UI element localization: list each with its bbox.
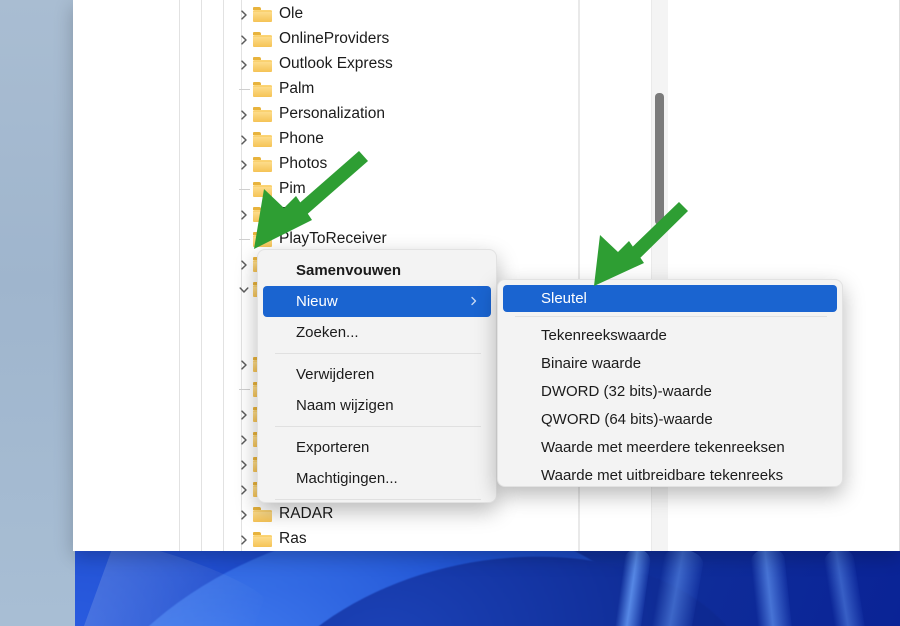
tree-item-label: Pim (279, 180, 306, 197)
menu-item-label: Nieuw (296, 293, 338, 310)
tree-item-photos[interactable]: Photos (73, 152, 578, 177)
menu-item-machtigingen[interactable]: Machtigingen... (263, 463, 491, 494)
tree-item-label: PlayToReceiver (279, 230, 387, 247)
chevron-right-icon[interactable] (236, 432, 252, 448)
desktop-left-strip (0, 0, 75, 626)
chevron-right-icon[interactable] (236, 157, 252, 173)
folder-icon (253, 57, 272, 72)
menu-item-label: Waarde met uitbreidbare tekenreeks (541, 466, 784, 484)
menu-item-exporteren[interactable]: Exporteren (263, 432, 491, 463)
tree-item-label: RADAR (279, 505, 334, 522)
chevron-right-icon[interactable] (236, 7, 252, 23)
tree-item-label: PLA (279, 205, 309, 222)
menu-separator (275, 426, 481, 427)
chevron-right-icon[interactable] (236, 532, 252, 548)
tree-item-ole[interactable]: Ole (73, 2, 578, 27)
tree-item-outlook-express[interactable]: Outlook Express (73, 52, 578, 77)
chevron-right-icon[interactable] (236, 507, 252, 523)
submenu-item-sleutel[interactable]: Sleutel (503, 285, 837, 312)
tree-item-label: Phone (279, 130, 324, 147)
menu-item-label: Exporteren (296, 439, 370, 456)
menu-separator (275, 499, 481, 500)
tree-item-personalization[interactable]: Personalization (73, 102, 578, 127)
tree-item-label: Photos (279, 155, 328, 172)
tree-item-label: Ole (279, 5, 304, 22)
submenu-item-binaire-waarde[interactable]: Binaire waarde (503, 349, 837, 377)
submenu-item-dword-32-bits-waarde[interactable]: DWORD (32 bits)-waarde (503, 377, 837, 405)
menu-item-label: Naam wijzigen (296, 397, 394, 414)
new-item-submenu[interactable]: Sleutel Tekenreekswaarde Binaire waarde DWO… (497, 279, 843, 487)
menu-separator (515, 316, 827, 317)
folder-icon (253, 32, 272, 47)
folder-icon (253, 132, 272, 147)
folder-icon (253, 7, 272, 22)
chevron-right-icon[interactable] (236, 32, 252, 48)
chevron-down-icon[interactable] (236, 282, 252, 298)
wallpaper-blade (749, 546, 805, 626)
tree-item-label: Palm (279, 80, 315, 97)
tree-item-pim[interactable]: Pim (73, 177, 578, 202)
chevron-right-icon[interactable] (236, 207, 252, 223)
menu-item-verwijderen[interactable]: Verwijderen (263, 359, 491, 390)
menu-item-label: Samenvouwen (296, 262, 402, 279)
submenu-item-waarde-met-meerdere-tekenreeksen[interactable]: Waarde met meerdere tekenreeksen (503, 433, 837, 461)
chevron-right-icon[interactable] (236, 107, 252, 123)
menu-separator (275, 353, 481, 354)
menu-item-label: Verwijderen (296, 366, 375, 383)
chevron-right-icon[interactable] (236, 407, 252, 423)
tree-item-label: Personalization (279, 105, 385, 122)
menu-item-label: Zoeken... (296, 324, 359, 341)
tree-item-palm[interactable]: Palm (73, 77, 578, 102)
chevron-right-icon[interactable] (236, 57, 252, 73)
folder-icon (253, 207, 272, 222)
menu-item-zoeken[interactable]: Zoeken... (263, 317, 491, 348)
menu-item-nieuw[interactable]: Nieuw (263, 286, 491, 317)
tree-item-label: Ras (279, 530, 307, 547)
tree-leaf-tick (239, 389, 250, 390)
chevron-right-icon[interactable] (236, 482, 252, 498)
tree-leaf-tick (239, 89, 250, 90)
chevron-right-icon (468, 293, 479, 310)
menu-item-label: QWORD (64 bits)-waarde (541, 410, 713, 428)
tree-item-phone[interactable]: Phone (73, 127, 578, 152)
tree-leaf-tick (239, 239, 250, 240)
menu-item-naam-wijzigen[interactable]: Naam wijzigen (263, 390, 491, 421)
folder-icon (253, 182, 272, 197)
menu-item-label: Machtigingen... (296, 470, 398, 487)
folder-icon (253, 532, 272, 547)
chevron-right-icon[interactable] (236, 257, 252, 273)
chevron-right-icon[interactable] (236, 457, 252, 473)
folder-icon (253, 157, 272, 172)
chevron-right-icon[interactable] (236, 357, 252, 373)
tree-item-ras[interactable]: Ras (73, 527, 578, 551)
folder-icon (253, 232, 272, 247)
folder-icon (253, 107, 272, 122)
menu-item-label: Tekenreekswaarde (541, 326, 667, 344)
menu-item-label: DWORD (32 bits)-waarde (541, 382, 712, 400)
submenu-item-waarde-met-uitbreidbare-tekenreeks[interactable]: Waarde met uitbreidbare tekenreeks (503, 461, 837, 486)
folder-icon (253, 82, 272, 97)
tree-item-onlineproviders[interactable]: OnlineProviders (73, 27, 578, 52)
menu-item-label: Binaire waarde (541, 354, 642, 372)
submenu-item-tekenreekswaarde[interactable]: Tekenreekswaarde (503, 321, 837, 349)
chevron-right-icon[interactable] (236, 132, 252, 148)
tree-item-radar[interactable]: RADAR (73, 502, 578, 527)
menu-item-label: Sleutel (541, 290, 587, 307)
tree-leaf-tick (239, 189, 250, 190)
submenu-item-qword-64-bits-waarde[interactable]: QWORD (64 bits)-waarde (503, 405, 837, 433)
tree-item-label: OnlineProviders (279, 30, 390, 47)
menu-item-samenvouwen[interactable]: Samenvouwen (263, 255, 491, 286)
tree-item-label: Outlook Express (279, 55, 393, 72)
wallpaper-blade (822, 546, 884, 626)
registry-key-context-menu[interactable]: Samenvouwen Nieuw Zoeken... Verwijderen Naam… (257, 249, 497, 503)
menu-item-label: Waarde met meerdere tekenreeksen (541, 438, 785, 456)
folder-icon (253, 507, 272, 522)
tree-scrollbar-thumb[interactable] (655, 93, 664, 225)
tree-item-pla[interactable]: PLA (73, 202, 578, 227)
